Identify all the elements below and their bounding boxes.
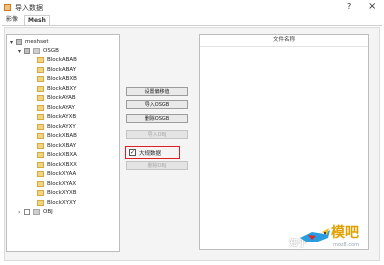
close-button[interactable]: ×	[368, 1, 376, 12]
tree-node-label: BlockXBXA	[47, 152, 77, 158]
tree-node-label: BlockABXB	[47, 76, 77, 82]
tree-node-label: BlockXBAY	[47, 142, 77, 149]
folder-icon	[37, 190, 44, 196]
tree-node-label: BlockAYAY	[47, 104, 75, 111]
expand-arrow-icon[interactable]: ›	[18, 208, 20, 217]
folder-icon	[37, 171, 44, 177]
import-osgb-button[interactable]: 导入OSGB	[126, 100, 188, 109]
tree-node-label: BlockABAB	[47, 57, 77, 63]
tree-node-label: meshset	[25, 39, 49, 45]
folder-icon	[37, 104, 44, 111]
window-title: 导入数据	[15, 4, 43, 12]
folder-icon	[37, 199, 44, 206]
folder-icon	[37, 114, 44, 120]
tree-node-label: BlockXYAA	[47, 171, 77, 177]
tree-node-label: OSGB	[43, 48, 59, 54]
folder-icon	[33, 48, 40, 54]
file-list[interactable]: 文件名称	[199, 34, 369, 250]
tree-checkbox[interactable]	[24, 209, 30, 215]
tree-node-label: BlockABAY	[47, 66, 77, 73]
tab-imagery[interactable]: 影像	[3, 15, 21, 24]
tab-bar: 影像 Mesh	[2, 15, 382, 26]
tree-checkbox[interactable]	[24, 48, 30, 54]
folder-icon	[33, 209, 40, 215]
tree-node-label: OBJ	[43, 209, 53, 215]
import-obj-button[interactable]: 导入OBJ	[126, 130, 188, 139]
title-bar: 导入数据 ? ×	[0, 0, 384, 16]
tree-node-label: BlockAYAB	[47, 95, 76, 101]
bird-logo-icon	[300, 228, 330, 242]
folder-icon	[37, 85, 44, 92]
tree-checkbox[interactable]	[16, 39, 22, 45]
tree-node-label: BlockABXY	[47, 85, 77, 92]
delete-obj-button[interactable]: 删除OBJ	[126, 161, 188, 170]
folder-icon	[37, 142, 44, 149]
folder-icon	[37, 161, 44, 168]
folder-icon	[37, 133, 44, 139]
set-offset-button[interactable]: 设置偏移值	[126, 87, 188, 96]
help-button[interactable]: ?	[347, 2, 351, 11]
app-icon	[4, 4, 11, 11]
tree-node-label: BlockXBXX	[47, 161, 77, 168]
folder-icon	[37, 76, 44, 82]
tree-node-label: BlockXYXY	[47, 199, 77, 206]
delete-osgb-button[interactable]: 删除OSGB	[126, 114, 188, 123]
folder-icon	[37, 95, 44, 101]
folder-icon	[37, 57, 44, 63]
expand-arrow-icon[interactable]: ▾	[18, 47, 21, 56]
tree-node-label: BlockAYXB	[47, 114, 77, 120]
tree-node-label: BlockXYXB	[47, 190, 77, 196]
folder-icon	[37, 66, 44, 73]
expand-arrow-icon[interactable]: ▾	[10, 38, 13, 47]
tree-node-label: BlockXBAB	[47, 133, 77, 139]
folder-icon	[37, 180, 44, 187]
folder-icon	[37, 123, 44, 130]
tab-mesh[interactable]: Mesh	[24, 15, 50, 25]
tree-node-label: BlockXYAX	[47, 180, 77, 187]
watermark-domain: moz8.com	[333, 242, 360, 248]
folder-icon	[37, 152, 44, 158]
file-name-column-header[interactable]: 文件名称	[200, 35, 368, 47]
data-tree[interactable]: ▾ meshset ▾ OSGB BlockABAB BlockABAY Blo…	[6, 34, 120, 252]
watermark-logo: 模吧	[331, 225, 359, 241]
large-data-checkbox[interactable]: ✓	[129, 149, 136, 156]
large-data-option[interactable]: ✓ 大规数据	[125, 146, 180, 159]
tree-node-label: BlockAYXY	[47, 123, 76, 130]
large-data-label: 大规数据	[139, 151, 162, 157]
